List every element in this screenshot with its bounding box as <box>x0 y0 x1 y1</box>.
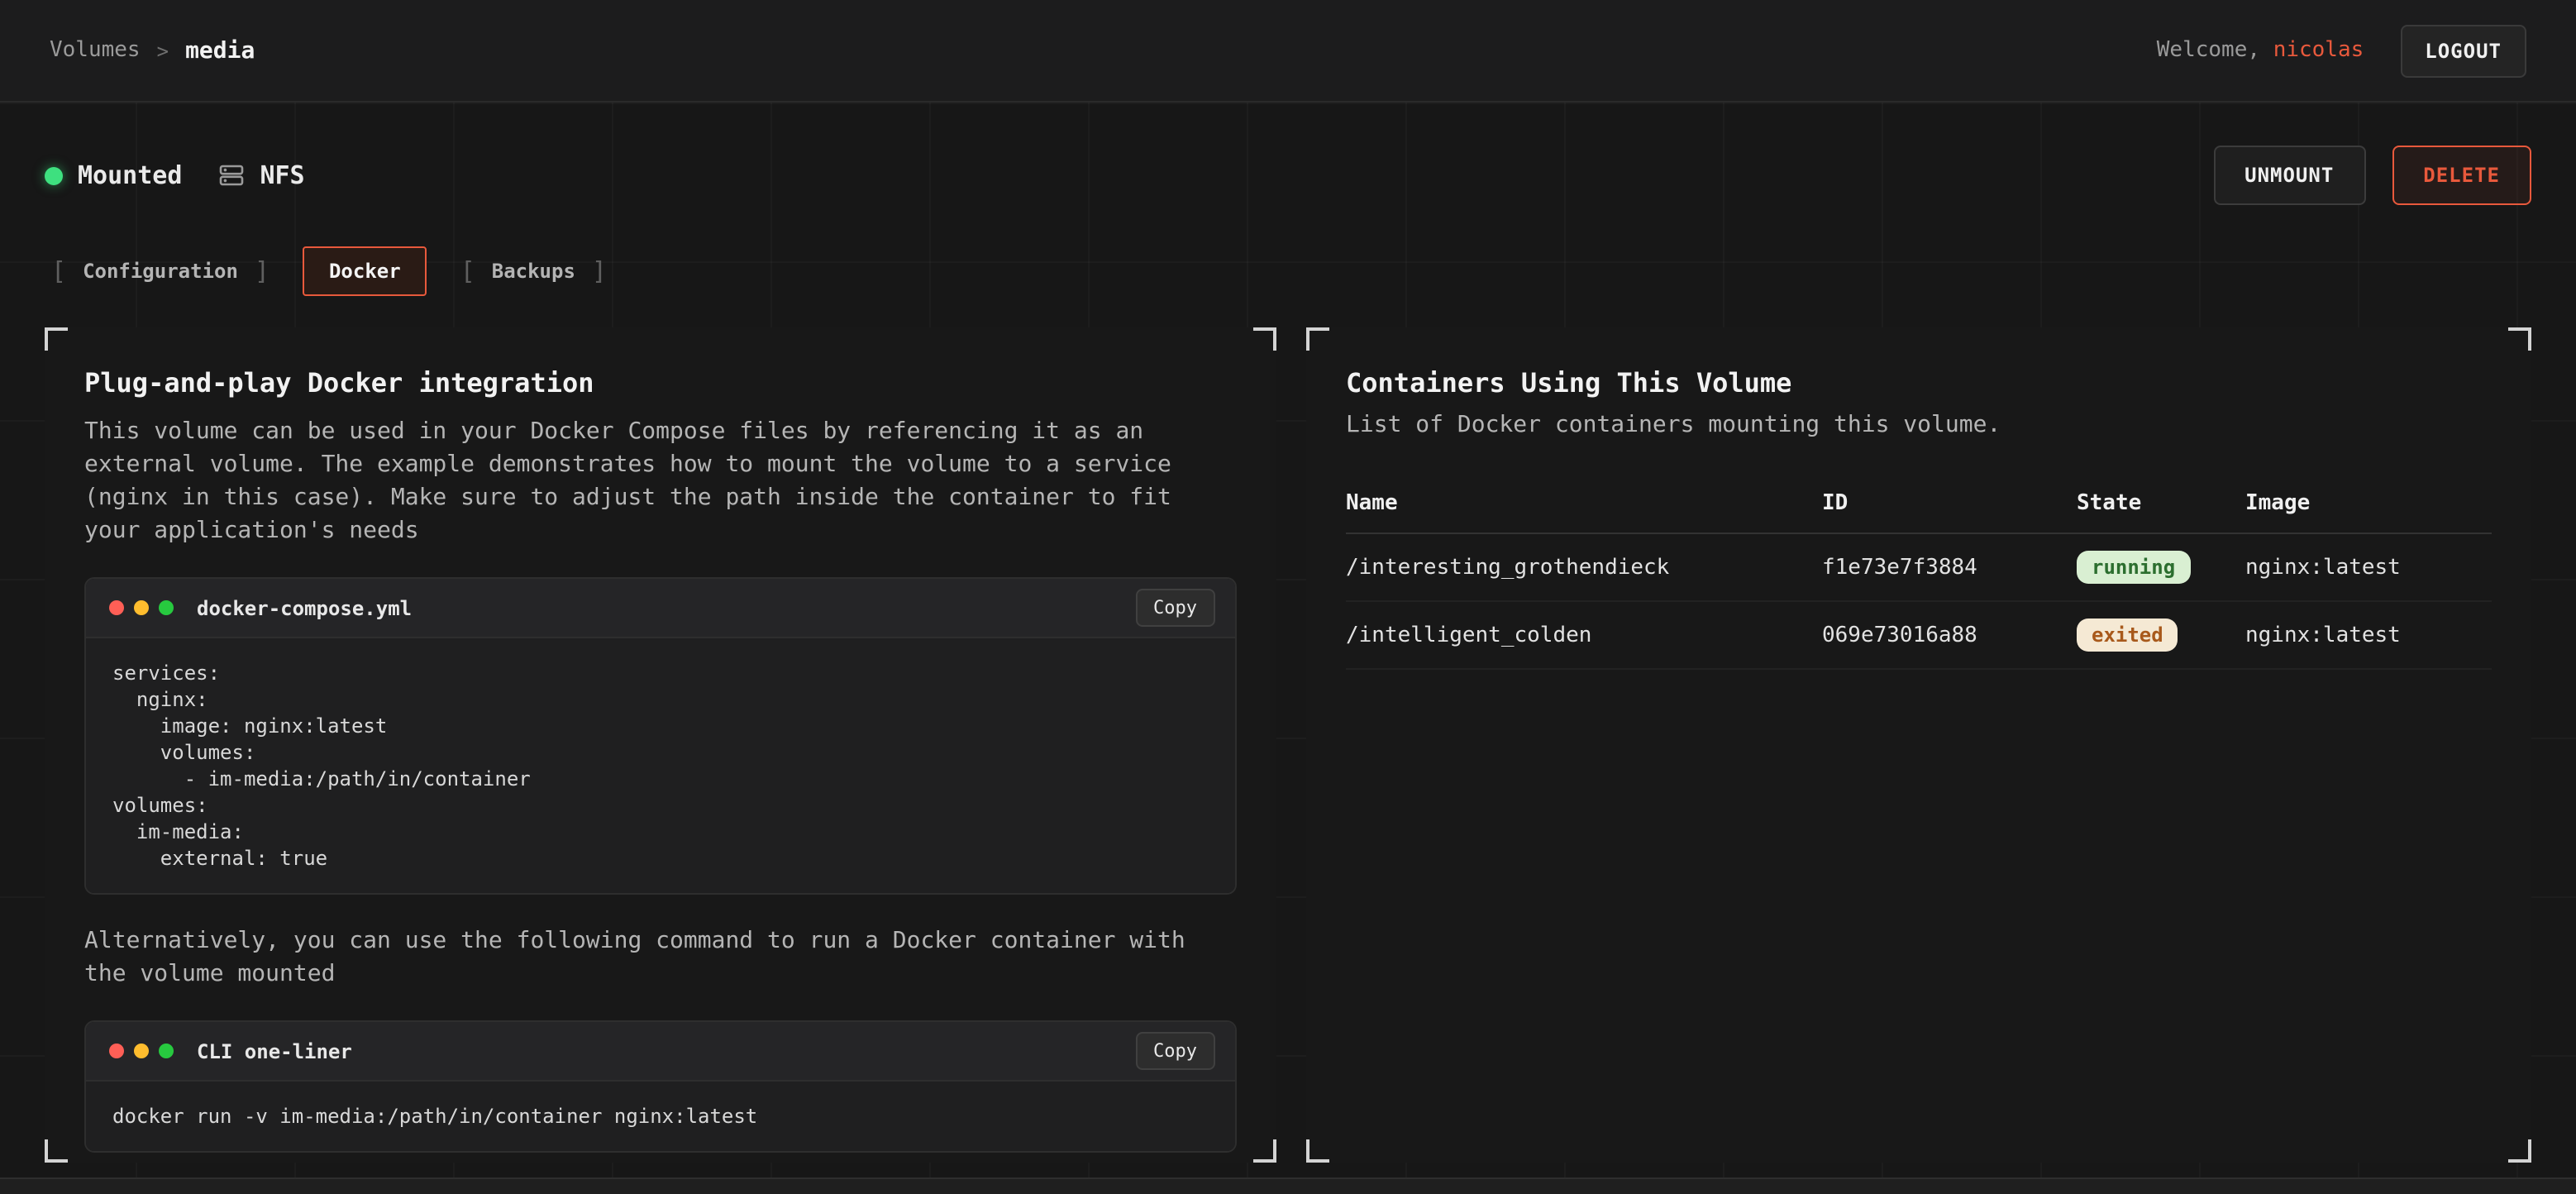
compose-code: services: nginx: image: nginx:latest vol… <box>86 638 1235 893</box>
cli-code-block: CLI one-liner Copy docker run -v im-medi… <box>84 1020 1237 1153</box>
volume-status-indicators: Mounted NFS <box>45 160 305 190</box>
volume-actions: UNMOUNT DELETE <box>2213 146 2531 205</box>
breadcrumb: Volumes > media <box>50 37 255 64</box>
welcome-text: Welcome, nicolas <box>2157 38 2364 63</box>
container-id: f1e73e7f3884 <box>1822 555 2077 580</box>
container-id: 069e73016a88 <box>1822 623 2077 647</box>
containers-panel-subtitle: List of Docker containers mounting this … <box>1346 412 2492 438</box>
volume-status-bar: Mounted NFS UNMOUNT DELETE <box>45 146 2531 205</box>
header-right: Welcome, nicolas LOGOUT <box>2157 24 2526 77</box>
panel-corner <box>45 1139 68 1163</box>
column-header-id: ID <box>1822 491 2077 516</box>
window-dot-red-icon <box>109 1044 124 1058</box>
panel-corner <box>2508 327 2531 351</box>
tab-configuration-label: Configuration <box>83 260 238 283</box>
tab-backups-label: Backups <box>492 260 575 283</box>
panel-corner <box>2508 1139 2531 1163</box>
compose-filename: docker-compose.yml <box>197 596 1135 619</box>
window-dot-yellow-icon <box>134 600 149 615</box>
container-image: nginx:latest <box>2245 623 2492 647</box>
containers-panel: Containers Using This Volume List of Doc… <box>1306 327 2531 1163</box>
driver-label: NFS <box>260 160 304 190</box>
tab-backups[interactable]: Backups <box>454 245 613 298</box>
username: nicolas <box>2273 38 2364 63</box>
tab-docker[interactable]: Docker <box>303 246 427 296</box>
container-image: nginx:latest <box>2245 555 2492 580</box>
window-dots <box>109 1044 174 1058</box>
container-state-cell: running <box>2077 551 2245 584</box>
container-name: /intelligent_colden <box>1346 623 1822 647</box>
window-dot-red-icon <box>109 600 124 615</box>
column-header-name: Name <box>1346 491 1822 516</box>
tab-docker-label: Docker <box>329 260 401 283</box>
breadcrumb-current-volume: media <box>185 37 255 64</box>
docker-panel-description: This volume can be used in your Docker C… <box>84 415 1225 547</box>
panel-corner <box>1253 1139 1276 1163</box>
cli-code-header: CLI one-liner Copy <box>86 1022 1235 1082</box>
table-row: /intelligent_colden 069e73016a88 exited … <box>1346 602 2492 670</box>
copy-compose-button[interactable]: Copy <box>1135 589 1215 627</box>
top-bar: Volumes > media Welcome, nicolas LOGOUT <box>0 0 2576 103</box>
cli-intro-text: Alternatively, you can use the following… <box>84 924 1225 991</box>
welcome-prefix: Welcome, <box>2157 38 2260 63</box>
containers-table: Name ID State Image /interesting_grothen… <box>1346 475 2492 670</box>
cli-code: docker run -v im-media:/path/in/containe… <box>86 1082 1235 1151</box>
logout-button[interactable]: LOGOUT <box>2400 24 2526 77</box>
docker-integration-panel: Plug-and-play Docker integration This vo… <box>45 327 1276 1163</box>
state-badge: running <box>2077 551 2190 584</box>
tab-bar: Configuration Docker Backups <box>45 245 2531 298</box>
delete-button[interactable]: DELETE <box>2392 146 2531 205</box>
table-header-row: Name ID State Image <box>1346 475 2492 534</box>
nfs-server-icon <box>218 162 245 189</box>
unmount-button[interactable]: UNMOUNT <box>2213 146 2365 205</box>
state-badge: exited <box>2077 618 2178 652</box>
compose-code-header: docker-compose.yml Copy <box>86 579 1235 638</box>
column-header-image: Image <box>2245 491 2492 516</box>
copy-cli-button[interactable]: Copy <box>1135 1032 1215 1070</box>
mounted-status-dot <box>45 166 63 184</box>
docker-panel-title: Plug-and-play Docker integration <box>84 367 1237 399</box>
window-dot-green-icon <box>159 600 174 615</box>
column-header-state: State <box>2077 491 2245 516</box>
window-dot-green-icon <box>159 1044 174 1058</box>
content-panels: Plug-and-play Docker integration This vo… <box>45 327 2531 1163</box>
cli-title: CLI one-liner <box>197 1039 1135 1063</box>
breadcrumb-volumes-link[interactable]: Volumes <box>50 38 141 63</box>
volume-detail-page: Volumes > media Welcome, nicolas LOGOUT … <box>0 0 2576 1194</box>
panel-corner <box>1253 327 1276 351</box>
mounted-status-label: Mounted <box>78 160 182 190</box>
bottom-grid-strip <box>0 1177 2576 1194</box>
breadcrumb-separator: > <box>157 39 169 62</box>
tab-configuration[interactable]: Configuration <box>45 245 276 298</box>
mounted-status: Mounted <box>45 160 182 190</box>
panel-corner <box>1306 327 1329 351</box>
driver-status: NFS <box>218 160 304 190</box>
panel-corner <box>45 327 68 351</box>
compose-code-block: docker-compose.yml Copy services: nginx:… <box>84 577 1237 895</box>
panel-corner <box>1306 1139 1329 1163</box>
window-dots <box>109 600 174 615</box>
table-row: /interesting_grothendieck f1e73e7f3884 r… <box>1346 534 2492 602</box>
container-state-cell: exited <box>2077 618 2245 652</box>
containers-panel-title: Containers Using This Volume <box>1346 367 2492 399</box>
container-name: /interesting_grothendieck <box>1346 555 1822 580</box>
window-dot-yellow-icon <box>134 1044 149 1058</box>
